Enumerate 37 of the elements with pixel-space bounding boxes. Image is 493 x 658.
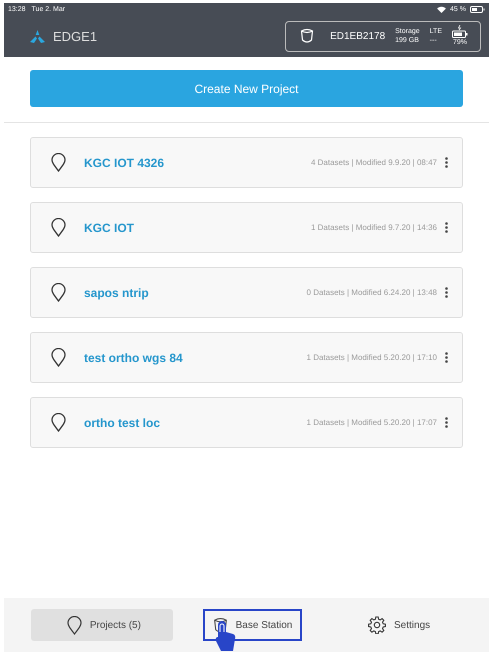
project-meta: 1 Datasets | Modified 5.20.20 | 17:10 — [306, 353, 437, 362]
project-name: ortho test loc — [84, 416, 160, 430]
project-card[interactable]: KGC IOT 4326 4 Datasets | Modified 9.9.20 | 08:47 — [30, 137, 463, 188]
location-pin-icon — [51, 413, 66, 432]
project-name: KGC IOT 4326 — [84, 156, 164, 170]
device-id: ED1EB2178 — [330, 30, 386, 42]
project-card[interactable]: test ortho wgs 84 1 Datasets | Modified 5.20.20 | 17:10 — [30, 332, 463, 383]
wifi-icon — [437, 6, 446, 12]
battery-icon — [452, 25, 468, 38]
project-card[interactable]: sapos ntrip 0 Datasets | Modified 6.24.20 | 13:48 — [30, 267, 463, 318]
project-name: KGC IOT — [84, 220, 134, 234]
project-meta: 0 Datasets | Modified 6.24.20 | 13:48 — [306, 288, 437, 297]
nav-tab[interactable]: Settings — [332, 609, 462, 641]
nav-tab[interactable]: Projects (5) — [30, 609, 173, 641]
settings-icon — [368, 616, 386, 634]
more-icon[interactable] — [445, 417, 448, 428]
app-title: EDGE1 — [53, 28, 98, 44]
more-icon[interactable] — [445, 157, 448, 168]
location-pin-icon — [51, 283, 66, 302]
create-project-button[interactable]: Create New Project — [30, 70, 463, 107]
project-card[interactable]: KGC IOT 1 Datasets | Modified 9.7.20 | 14:36 — [30, 202, 463, 253]
project-name: test ortho wgs 84 — [84, 350, 183, 364]
location-pin-icon — [51, 348, 66, 367]
receiver-icon — [300, 28, 314, 44]
project-meta: 4 Datasets | Modified 9.9.20 | 08:47 — [310, 158, 437, 167]
project-name: sapos ntrip — [84, 286, 149, 300]
location-pin-icon — [51, 153, 66, 172]
more-icon[interactable] — [445, 222, 448, 233]
project-meta: 1 Datasets | Modified 5.20.20 | 17:07 — [306, 418, 437, 427]
logo-icon — [30, 30, 45, 42]
more-icon[interactable] — [445, 352, 448, 363]
project-card[interactable]: ortho test loc 1 Datasets | Modified 5.20.20 | 17:07 — [30, 397, 463, 448]
more-icon[interactable] — [445, 287, 448, 298]
location-pin-icon — [51, 218, 66, 237]
battery-icon — [470, 6, 485, 12]
location-pin-icon — [66, 616, 82, 634]
project-meta: 1 Datasets | Modified 9.7.20 | 14:36 — [310, 223, 437, 232]
